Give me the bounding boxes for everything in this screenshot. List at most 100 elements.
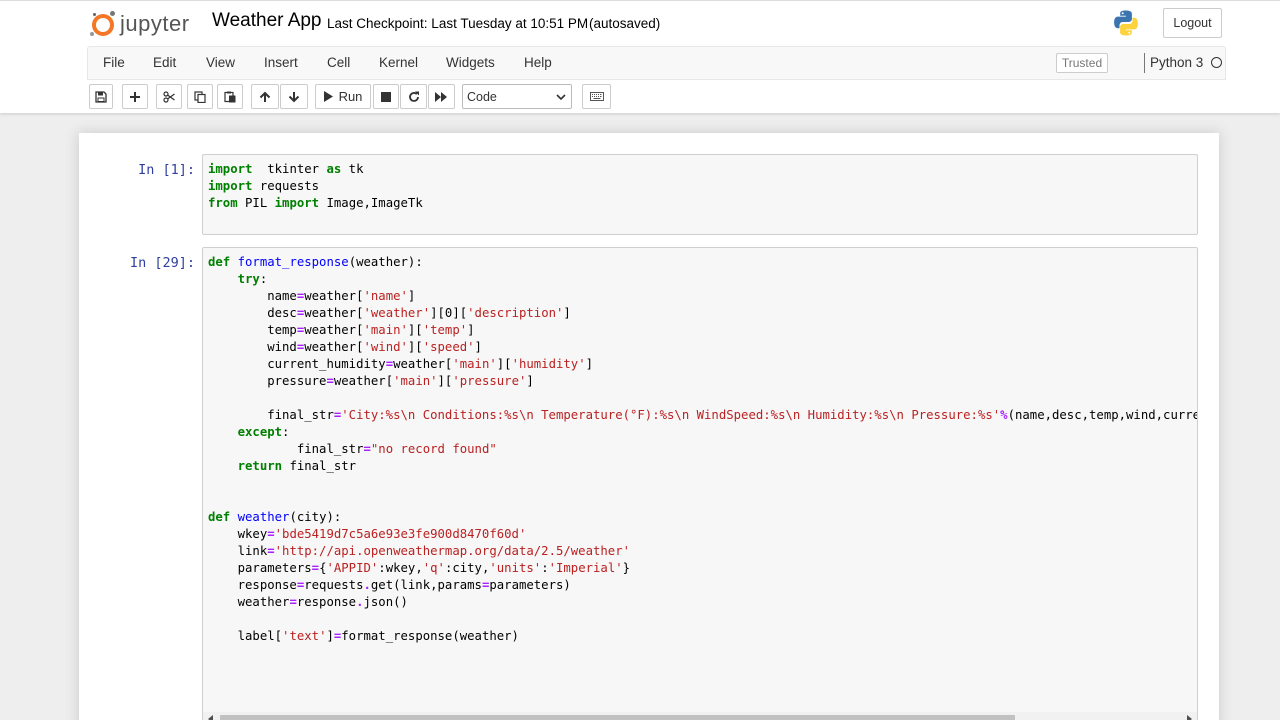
code-token: weather: [208, 595, 290, 609]
save-button[interactable]: [89, 84, 113, 109]
code-editor[interactable]: import tkinter as tk import requests from …: [202, 154, 1198, 235]
horizontal-scrollbar[interactable]: [203, 712, 1197, 720]
code-line: desc=weather['weather'][0]['description'…: [208, 305, 1197, 322]
restart-button[interactable]: [400, 84, 427, 109]
code-token: ]: [526, 374, 534, 388]
code-token: =: [363, 442, 371, 456]
cell-type-select[interactable]: Code: [462, 84, 572, 109]
interrupt-button[interactable]: [373, 84, 399, 109]
code-token: name: [208, 289, 297, 303]
code-token: json(): [363, 595, 408, 609]
code-text[interactable]: import tkinter as tk import requests from …: [208, 161, 423, 212]
header: jupyter Weather App Last Checkpoint: Las…: [0, 0, 1280, 113]
kernel-idle-icon: [1211, 57, 1222, 68]
code-token: wkey: [208, 527, 268, 541]
code-token: 'pressure': [452, 374, 527, 388]
cell-type-value: Code: [467, 89, 497, 104]
code-token: weather[: [304, 289, 364, 303]
code-token: ][: [407, 340, 423, 354]
code-line: wind=weather['wind']['speed']: [208, 339, 1197, 356]
play-icon: [323, 91, 333, 102]
menu-view[interactable]: View: [206, 55, 235, 70]
code-token: 'Imperial': [548, 561, 623, 575]
code-token: 'units': [489, 561, 542, 575]
code-token: PIL: [237, 196, 275, 210]
logout-button[interactable]: Logout: [1163, 8, 1222, 38]
code-token: :: [541, 561, 549, 575]
scrollbar-thumb[interactable]: [220, 715, 1015, 720]
code-editor[interactable]: def format_response(weather): try: name=…: [202, 247, 1198, 720]
code-token: wind: [208, 340, 297, 354]
code-token: %: [1000, 408, 1008, 422]
menu-file[interactable]: File: [103, 55, 125, 70]
code-token: final_str: [208, 408, 334, 422]
code-line: response=requests.get(link,params=parame…: [208, 577, 1197, 594]
run-button[interactable]: Run: [315, 84, 371, 109]
code-token: except: [237, 425, 283, 439]
scroll-right-icon[interactable]: [1187, 715, 1192, 720]
restart-run-all-button[interactable]: [428, 84, 455, 109]
menu-edit[interactable]: Edit: [153, 55, 176, 70]
cut-icon: [162, 90, 175, 103]
code-token: Image,ImageTk: [319, 196, 423, 210]
arrow-down-icon: [288, 91, 300, 102]
code-token: 'http://api.openweathermap.org/data/2.5/…: [274, 544, 631, 558]
logo-text: jupyter: [120, 11, 190, 36]
run-label: Run: [338, 89, 363, 104]
kernel-separator: [1144, 53, 1145, 73]
code-token: from: [208, 196, 238, 210]
input-prompt: In [29]:: [129, 255, 195, 271]
code-token: desc: [208, 306, 297, 320]
menu-insert[interactable]: Insert: [264, 55, 298, 70]
menu-cell[interactable]: Cell: [327, 55, 350, 70]
paste-button[interactable]: [217, 84, 243, 109]
code-token: parameters: [208, 561, 312, 575]
code-token: =: [267, 544, 275, 558]
keyboard-icon: [589, 92, 604, 101]
code-token: 'temp': [422, 323, 468, 337]
code-token: weather[: [304, 323, 364, 337]
code-token: ]: [585, 357, 594, 371]
trusted-indicator[interactable]: Trusted: [1056, 53, 1108, 73]
menu-kernel[interactable]: Kernel: [379, 55, 418, 70]
copy-button[interactable]: [187, 84, 213, 109]
code-token: :: [259, 272, 268, 286]
code-token: requests: [304, 578, 364, 592]
scroll-left-icon[interactable]: [208, 715, 213, 720]
checkpoint-status: Last Checkpoint: Last Tuesday at 10:51 P…: [327, 16, 589, 31]
menu-widgets[interactable]: Widgets: [446, 55, 495, 70]
menubar: File Edit View Insert Cell Kernel Widget…: [87, 46, 1226, 80]
code-token: 'humidity': [511, 357, 586, 371]
autosave-status: (autosaved): [589, 16, 661, 31]
command-palette-button[interactable]: [582, 84, 611, 109]
move-up-button[interactable]: [251, 84, 279, 109]
code-token: try: [237, 272, 260, 286]
code-token: ]: [326, 629, 334, 643]
code-token: 'main': [363, 323, 408, 337]
jupyter-logo[interactable]: jupyter: [90, 7, 190, 41]
code-line: wkey='bde5419d7c5a6e93e3fe900d8470f60d': [208, 526, 1197, 543]
code-line: from PIL import Image,ImageTk: [208, 195, 423, 212]
code-token: :wkey,: [378, 561, 423, 575]
notebook-name[interactable]: Weather App: [212, 10, 322, 32]
code-text[interactable]: def format_response(weather): try: name=…: [208, 254, 1197, 645]
code-line: final_str="no record found": [208, 441, 1197, 458]
code-token: ][: [407, 323, 423, 337]
fast-forward-icon: [435, 91, 447, 102]
cut-button[interactable]: [156, 84, 182, 109]
code-token: 'City:%s\n Conditions:%s\n Temperature(°…: [341, 408, 1001, 422]
toolbar: Run Code: [87, 80, 1226, 114]
code-token: 'wind': [363, 340, 408, 354]
code-token: 'bde5419d7c5a6e93e3fe900d8470f60d': [274, 527, 527, 541]
code-token: weather[: [304, 306, 364, 320]
code-token: weather[: [393, 357, 453, 371]
kernel-name[interactable]: Python 3: [1150, 55, 1203, 70]
insert-cell-button[interactable]: [122, 84, 148, 109]
move-down-button[interactable]: [280, 84, 308, 109]
menu-help[interactable]: Help: [524, 55, 552, 70]
input-prompt: In [1]:: [138, 162, 195, 178]
